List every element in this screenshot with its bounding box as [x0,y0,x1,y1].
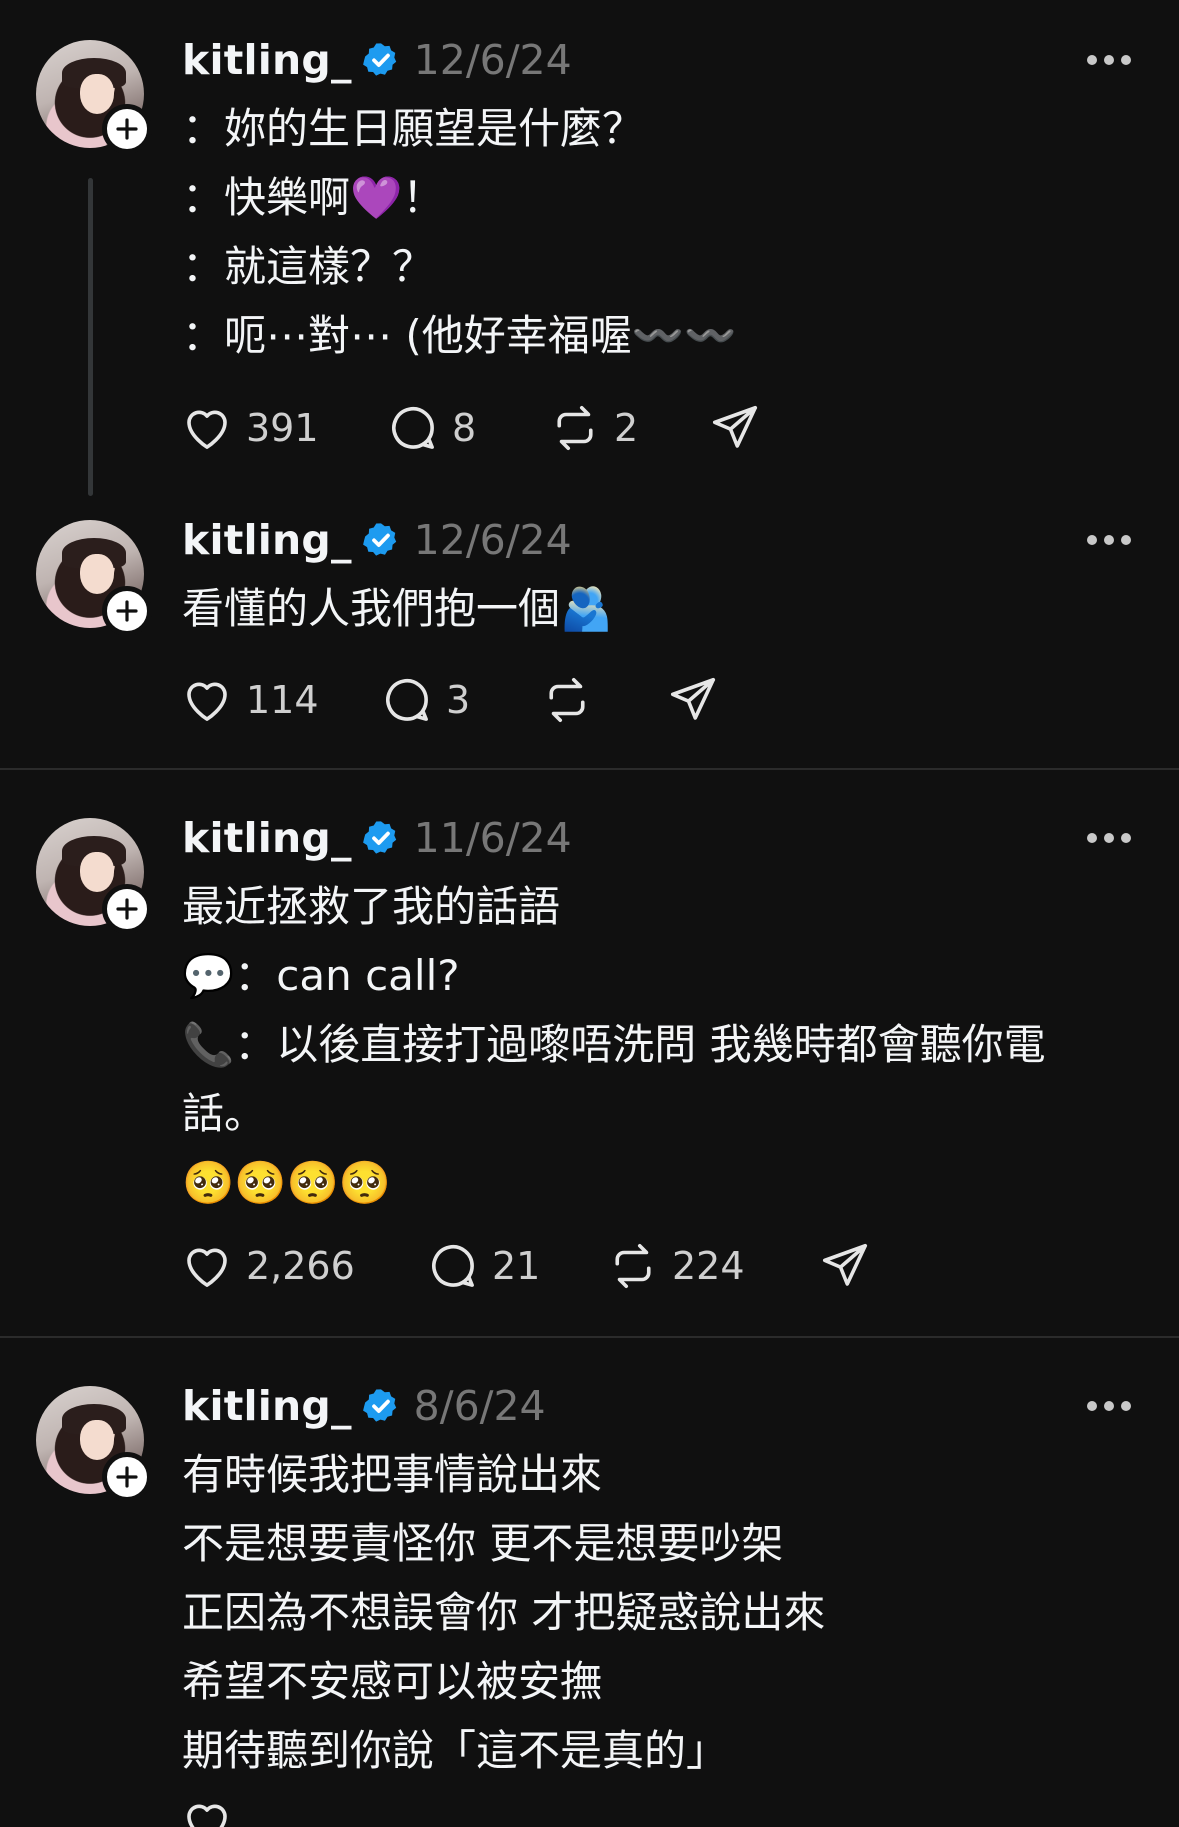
post-text: ：妳的生日願望是什麼？ ：快樂啊💜！ ：就這樣？？ ：呃⋯對⋯ (他好幸福喔〰️… [182,94,1139,370]
post-header: kitling_ 11/6/24 [182,808,572,868]
follow-button[interactable] [102,1452,152,1502]
username[interactable]: kitling_ [182,814,352,862]
like-count: 2,266 [246,1244,355,1288]
reply-button[interactable]: 21 [426,1239,606,1293]
follow-button[interactable] [102,884,152,934]
post-4[interactable]: kitling_ 8/6/24 有時候我把事情說出來 不是想要責怪你 更不是想要… [0,1338,1179,1827]
verified-icon [362,1389,396,1422]
text-line: 有時候我把事情說出來 [182,1450,603,1499]
post-text: 有時候我把事情說出來 不是想要責怪你 更不是想要吵架 正因為不想誤會你 才把疑惑… [182,1440,1139,1785]
text-line: ：妳的生日願望是什麼？ [182,104,645,153]
text-line: ：就這樣？？ [182,242,435,291]
repost-count: 2 [614,406,639,450]
comment-icon [386,679,428,721]
repost-icon [557,405,593,451]
action-bar: 114 3 [180,672,720,728]
post-3[interactable]: kitling_ 11/6/24 最近拯救了我的話語 💬：can call? 📞… [0,770,1179,1336]
follow-button[interactable] [102,104,152,154]
more-icon[interactable] [1087,534,1131,546]
reply-count: 3 [446,678,471,722]
action-bar: 391 8 2 [180,400,762,456]
text-line: 正因為不想誤會你 才把疑惑說出來 [182,1588,826,1637]
text-line: 最近拯救了我的話語 [182,882,561,931]
follow-button[interactable] [102,586,152,636]
verified-icon [362,821,396,854]
text-line: 🥺🥺🥺🥺 [182,1158,392,1207]
text-line: 📞：以後直接打過嚟唔洗問 我幾時都會聽你電 [182,1020,1046,1069]
more-icon[interactable] [1087,54,1131,66]
plus-icon [116,118,138,140]
text-line: 💬：can call? [182,951,460,1000]
username[interactable]: kitling_ [182,516,352,564]
reply-count: 8 [452,406,477,450]
post-header: kitling_ 12/6/24 [182,510,572,570]
plus-icon [116,1466,138,1488]
comment-icon [392,407,434,449]
like-count: 391 [246,406,319,450]
share-icon [822,1243,868,1286]
reply-count: 21 [492,1244,541,1288]
post-text: 看懂的人我們抱一個🫂 [182,574,1139,643]
share-icon [670,677,716,720]
text-line: 話。 [182,1089,267,1138]
heart-icon [187,1248,227,1287]
share-button[interactable] [818,1239,872,1293]
share-button[interactable] [666,673,720,727]
post-date[interactable]: 11/6/24 [414,814,572,862]
plus-icon [116,898,138,920]
repost-icon [615,1243,651,1289]
text-line: 希望不安感可以被安撫 [182,1657,603,1706]
more-icon[interactable] [1087,1400,1131,1412]
repost-count: 224 [672,1244,745,1288]
action-bar [180,1794,234,1827]
like-button[interactable]: 114 [180,673,380,727]
verified-icon [362,43,396,76]
threads-feed: kitling_ 12/6/24 ：妳的生日願望是什麼？ ：快樂啊💜！ ：就這樣… [0,0,1179,1827]
more-icon[interactable] [1087,832,1131,844]
like-button[interactable]: 2,266 [180,1239,426,1293]
share-button[interactable] [708,401,762,455]
repost-button[interactable] [540,673,666,727]
post-header: kitling_ 8/6/24 [182,1376,546,1436]
post-date[interactable]: 12/6/24 [414,36,572,84]
like-button[interactable] [180,1795,234,1827]
text-line: 看懂的人我們抱一個🫂 [182,584,613,633]
plus-icon [116,600,138,622]
thread-line [88,178,93,496]
text-line: 不是想要責怪你 更不是想要吵架 [182,1519,784,1568]
repost-button[interactable]: 2 [548,401,708,455]
post-2[interactable]: kitling_ 12/6/24 看懂的人我們抱一個🫂 114 3 [0,500,1179,768]
reply-button[interactable]: 8 [386,401,548,455]
post-header: kitling_ 12/6/24 [182,30,572,90]
comment-icon [432,1245,474,1287]
post-text: 最近拯救了我的話語 💬：can call? 📞：以後直接打過嚟唔洗問 我幾時都會… [182,872,1139,1217]
like-count: 114 [246,678,319,722]
post-date[interactable]: 8/6/24 [414,1382,546,1430]
text-line: 期待聽到你說「這不是真的」 [182,1726,729,1775]
text-line: ：快樂啊💜！ [182,173,445,222]
username[interactable]: kitling_ [182,36,352,84]
username[interactable]: kitling_ [182,1382,352,1430]
post-date[interactable]: 12/6/24 [414,516,572,564]
like-button[interactable]: 391 [180,401,386,455]
heart-icon [187,410,227,449]
verified-icon [362,523,396,556]
action-bar: 2,266 21 224 [180,1238,872,1294]
text-line: ：呃⋯對⋯ (他好幸福喔〰️〰️ [182,311,737,360]
share-icon [712,405,758,448]
post-1[interactable]: kitling_ 12/6/24 ：妳的生日願望是什麼？ ：快樂啊💜！ ：就這樣… [0,0,1179,500]
heart-icon [187,1804,227,1827]
repost-button[interactable]: 224 [606,1239,818,1293]
reply-button[interactable]: 3 [380,673,540,727]
heart-icon [187,682,227,721]
repost-icon [549,677,585,723]
